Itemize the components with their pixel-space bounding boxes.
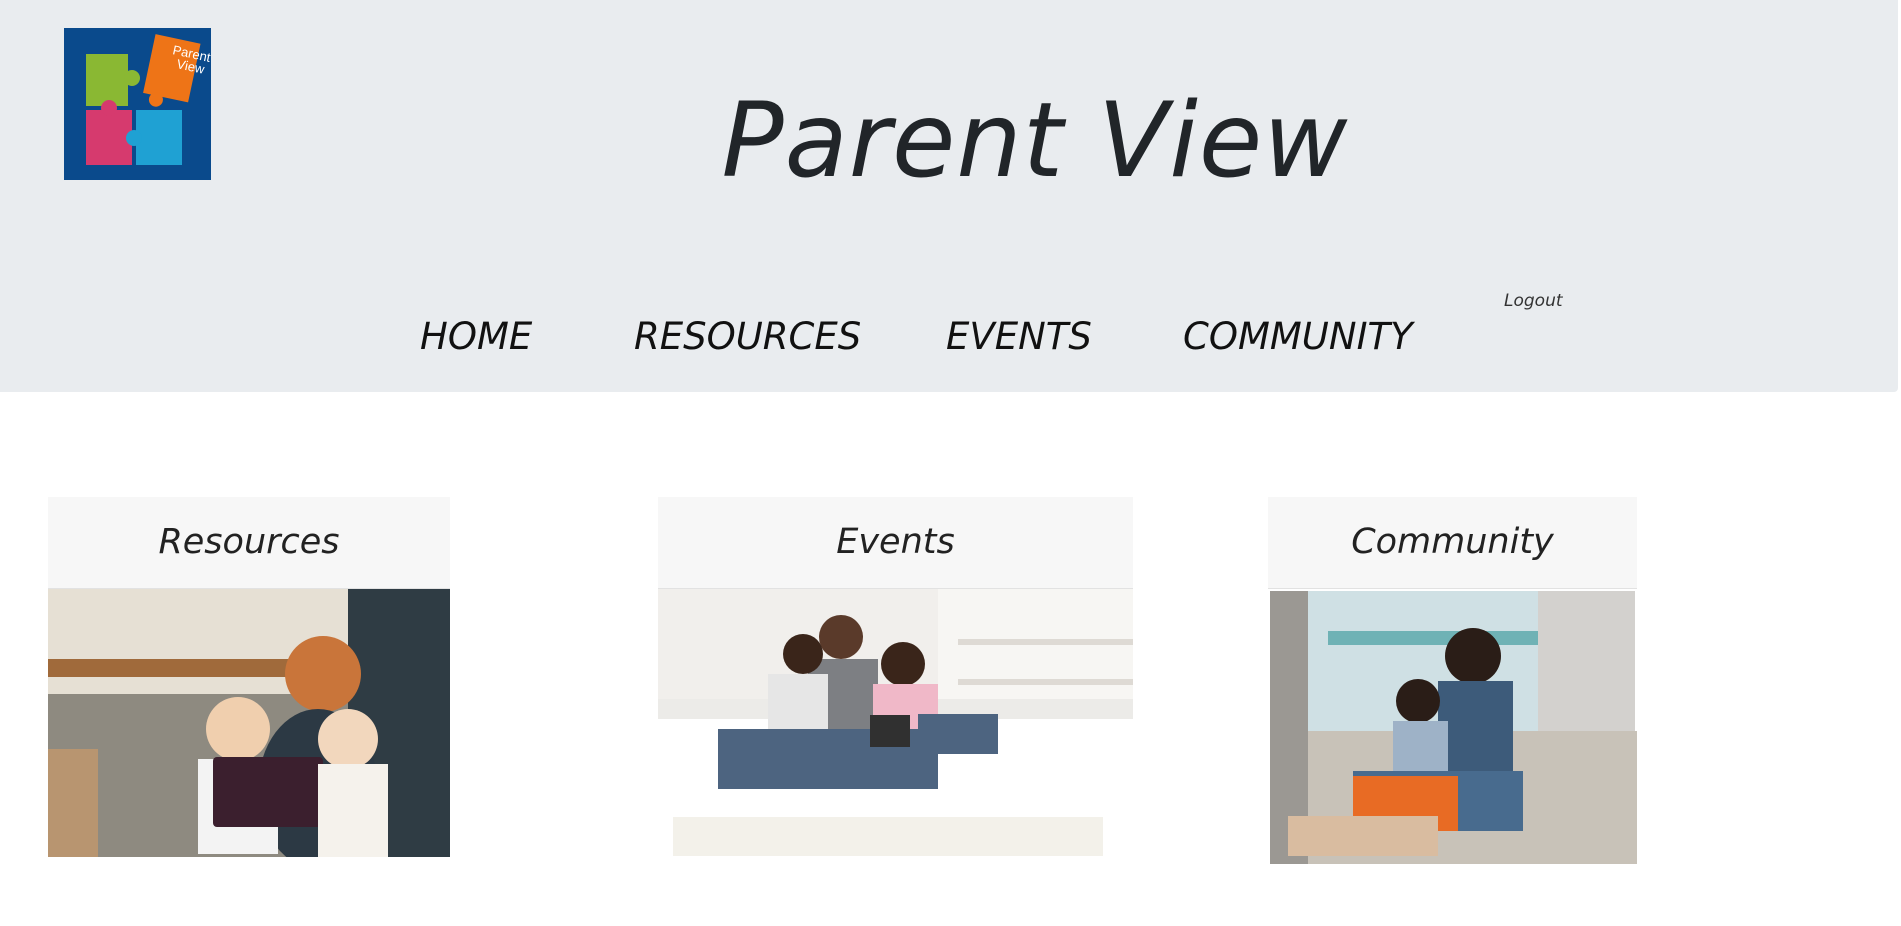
nav-home[interactable]: HOME xyxy=(420,318,532,355)
logout-link[interactable]: Logout xyxy=(1504,291,1563,311)
nav-community[interactable]: COMMUNITY xyxy=(1183,318,1413,355)
resources-card-title[interactable]: Resources xyxy=(48,497,450,589)
events-card[interactable]: Events xyxy=(658,497,1133,856)
events-card-title[interactable]: Events xyxy=(658,497,1133,589)
events-card-image[interactable] xyxy=(658,589,1133,856)
resources-card-image[interactable] xyxy=(48,589,450,857)
nav-events[interactable]: EVENTS xyxy=(946,318,1092,355)
community-card[interactable]: Community xyxy=(1268,497,1637,866)
community-card-image[interactable] xyxy=(1268,591,1637,866)
site-header: Parent View Parent View HOME RESOURCES E… xyxy=(0,0,1898,392)
site-title: Parent View xyxy=(721,81,1349,201)
resources-card[interactable]: Resources xyxy=(48,497,450,857)
community-card-title[interactable]: Community xyxy=(1268,497,1637,589)
nav-resources[interactable]: RESOURCES xyxy=(634,318,861,355)
